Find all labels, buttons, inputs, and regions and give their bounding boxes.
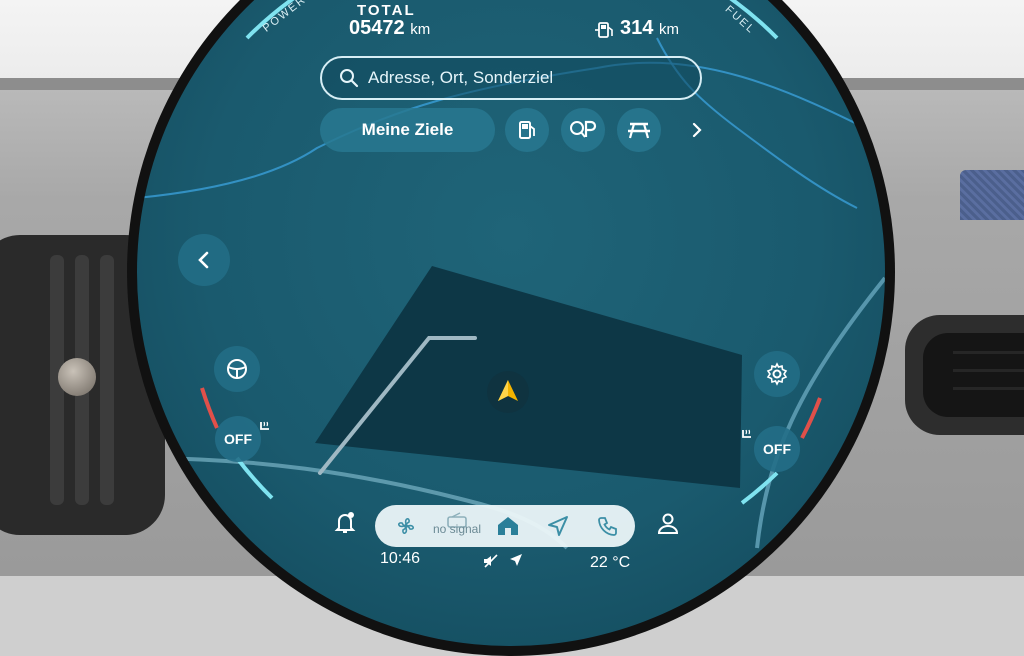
steering-wheel-heating-icon	[227, 359, 247, 379]
outside-temperature: 22 °C	[590, 554, 631, 571]
range-value: 314	[620, 17, 654, 39]
range-unit: km	[658, 21, 679, 38]
radio-status-text: no signal	[432, 522, 482, 536]
remaining-range: 314 km	[620, 17, 679, 40]
settings-button[interactable]	[754, 351, 800, 397]
back-button[interactable]	[178, 234, 230, 286]
chevron-right-icon[interactable]	[687, 120, 707, 140]
steering-wheel-heating-button[interactable]	[214, 346, 260, 392]
rest-area-button[interactable]	[617, 108, 661, 152]
gear-icon	[766, 362, 788, 386]
chevron-left-icon	[198, 251, 209, 269]
clock: 10:46	[380, 550, 421, 567]
odometer-unit: km	[410, 21, 431, 38]
search-icon	[340, 69, 359, 88]
fan-icon	[398, 518, 414, 534]
seat-heating-icon	[260, 421, 269, 430]
search-placeholder: Adresse, Ort, Sonderziel	[368, 68, 554, 87]
location-arrow-icon	[510, 554, 522, 566]
vent-adjust-knob	[58, 358, 96, 396]
round-infotainment-display[interactable]: POWER FUEL TOTAL 05472 km 314 km Adresse…	[137, 0, 885, 646]
navigation-button[interactable]	[537, 505, 579, 547]
fuel-station-icon	[519, 121, 535, 139]
seat-heating-icon	[742, 429, 751, 438]
seat-heating-right-button[interactable]: OFF	[754, 426, 800, 472]
fuel-range-icon	[595, 22, 613, 38]
my-destinations-button[interactable]: Meine Ziele	[320, 108, 495, 152]
phone-icon	[598, 517, 617, 536]
climate-fan-button[interactable]	[385, 505, 427, 547]
picnic-rest-area-icon	[628, 122, 650, 139]
navigation-arrow-marker-icon	[498, 380, 518, 401]
navigation-arrow-icon	[548, 516, 568, 536]
quick-access-dock[interactable]: no signal	[375, 505, 635, 547]
parking-search-button[interactable]	[561, 108, 605, 152]
notification-bell-icon[interactable]	[333, 510, 357, 536]
parking-search-icon	[570, 120, 597, 138]
seat-heating-left-button[interactable]: OFF	[215, 416, 261, 462]
dashboard-fabric-trim	[960, 170, 1024, 220]
right-air-vent	[905, 315, 1024, 435]
odometer-reading: 05472 km	[349, 17, 430, 40]
phone-button[interactable]	[587, 505, 629, 547]
destination-search-input[interactable]: Adresse, Ort, Sonderziel	[320, 56, 702, 100]
user-profile-icon[interactable]	[655, 511, 681, 537]
fuel-station-button[interactable]	[505, 108, 549, 152]
odometer-value: 05472	[349, 17, 405, 39]
home-icon	[498, 517, 518, 535]
mute-icon	[484, 554, 498, 568]
current-position-marker	[487, 371, 529, 413]
home-button[interactable]	[487, 505, 529, 547]
